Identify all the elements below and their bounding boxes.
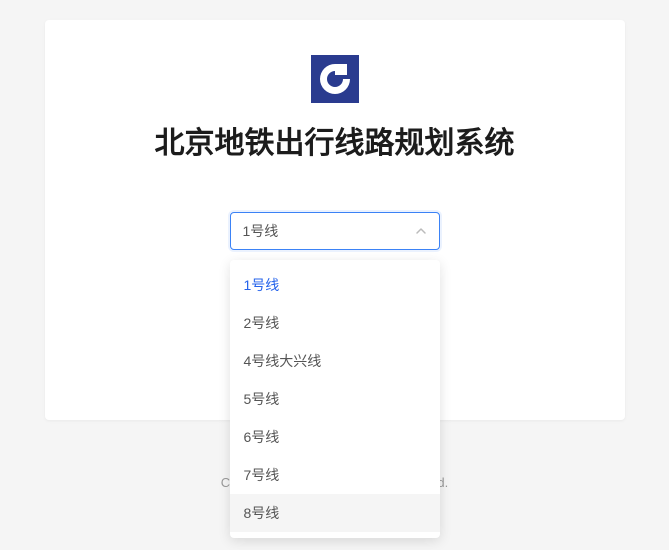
chevron-up-icon: [415, 225, 427, 237]
line-select[interactable]: 1号线: [230, 212, 440, 250]
dropdown-option[interactable]: 5号线: [230, 380, 440, 418]
logo: [311, 55, 359, 103]
dropdown-option[interactable]: 6号线: [230, 418, 440, 456]
dropdown-option[interactable]: 1号线: [230, 266, 440, 304]
main-card: 北京地铁出行线路规划系统 1号线 1号线2号线4号线大兴线5号线6号线7号线8号…: [45, 20, 625, 420]
dropdown-option[interactable]: 8号线: [230, 494, 440, 532]
dropdown-option[interactable]: 4号线大兴线: [230, 342, 440, 380]
metro-logo-icon: [317, 61, 353, 97]
dropdown-option[interactable]: 7号线: [230, 456, 440, 494]
dropdown-option[interactable]: 2号线: [230, 304, 440, 342]
line-select-wrap: 1号线 1号线2号线4号线大兴线5号线6号线7号线8号线: [230, 212, 440, 250]
line-select-value: 1号线: [243, 221, 415, 241]
page-title: 北京地铁出行线路规划系统: [45, 118, 625, 162]
line-dropdown: 1号线2号线4号线大兴线5号线6号线7号线8号线: [230, 260, 440, 538]
